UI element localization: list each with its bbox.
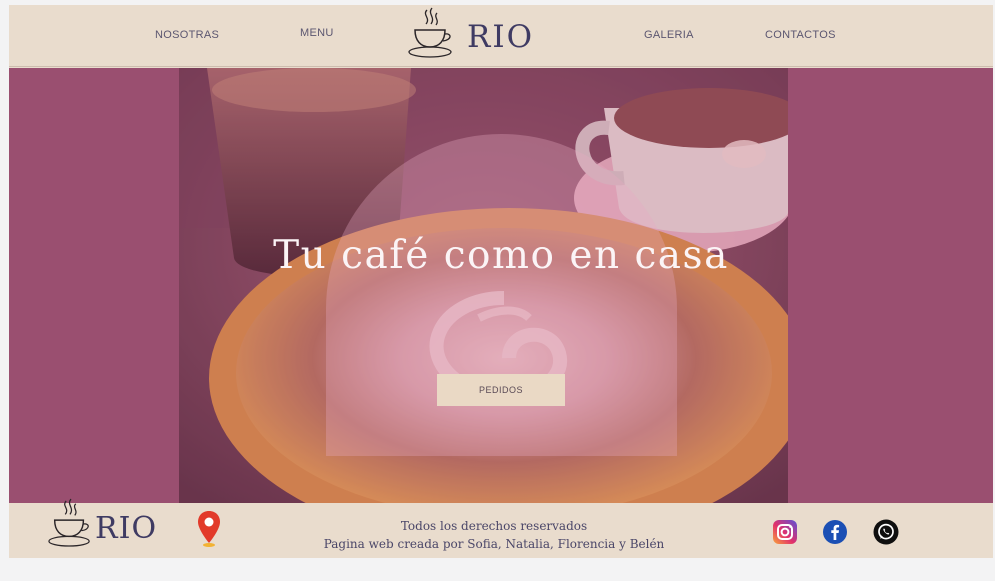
location-pin-icon[interactable] (197, 510, 221, 548)
site: NOSOTRAS MENU RIO GALERIA CONTACTOS Tu c… (9, 5, 993, 558)
nav-contactos[interactable]: CONTACTOS (765, 29, 836, 41)
footer-text: Todos los derechos reservados Pagina web… (299, 517, 689, 553)
facebook-icon[interactable] (822, 519, 848, 545)
instagram-icon[interactable] (772, 519, 798, 545)
footer: RIO Todos los derechos reservados Pagina… (9, 498, 993, 558)
hero-section: Tu café como en casa PEDIDOS (9, 68, 993, 503)
rights-text: Todos los derechos reservados (400, 519, 588, 533)
nav-menu[interactable]: MENU (300, 27, 334, 39)
header: NOSOTRAS MENU RIO GALERIA CONTACTOS (9, 5, 993, 67)
brand-name: RIO (467, 19, 535, 55)
coffee-cup-icon (48, 498, 90, 547)
pedidos-button[interactable]: PEDIDOS (437, 374, 565, 406)
footer-brand-name: RIO (95, 511, 158, 546)
coffee-cup-icon (408, 7, 452, 58)
whatsapp-icon[interactable] (873, 519, 899, 545)
nav-galeria[interactable]: GALERIA (644, 29, 694, 41)
brand-logo[interactable]: RIO (407, 7, 547, 63)
credits-text: Pagina web creada por Sofia, Natalia, Fl… (323, 537, 665, 551)
nav-nosotras[interactable]: NOSOTRAS (155, 29, 219, 41)
hero-title: Tu café como en casa (273, 233, 729, 278)
